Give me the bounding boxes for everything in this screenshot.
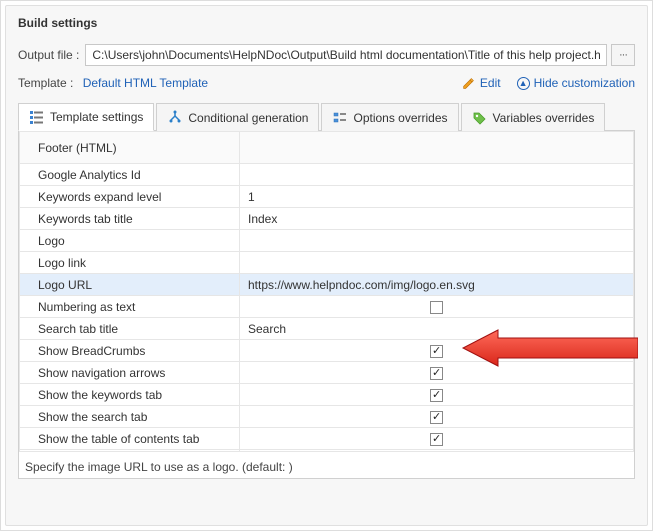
setting-value[interactable] xyxy=(240,428,634,450)
setting-name: Show the search tab xyxy=(20,406,240,428)
options-icon xyxy=(332,110,348,126)
table-row[interactable]: Numbering as text xyxy=(20,296,634,318)
edit-template-link[interactable]: Edit xyxy=(462,76,501,90)
setting-value[interactable]: Index xyxy=(240,208,634,230)
template-settings-content: Footer (HTML)Google Analytics IdKeywords… xyxy=(18,131,635,479)
setting-name: Logo URL xyxy=(20,274,240,296)
setting-value[interactable] xyxy=(240,296,634,318)
setting-name: Show the keywords tab xyxy=(20,384,240,406)
setting-name: Google Analytics Id xyxy=(20,164,240,186)
output-file-label: Output file : xyxy=(18,48,79,62)
browse-button[interactable]: ··· xyxy=(611,44,635,66)
setting-value[interactable] xyxy=(240,252,634,274)
output-file-row: Output file : ··· xyxy=(18,44,635,66)
table-row[interactable]: Search tab titleSearch xyxy=(20,318,634,340)
checkbox[interactable] xyxy=(430,433,443,446)
table-row[interactable]: Logo link xyxy=(20,252,634,274)
setting-value[interactable]: Search xyxy=(240,318,634,340)
hide-customization-link[interactable]: ▲ Hide customization xyxy=(517,76,635,90)
pencil-icon xyxy=(462,76,476,90)
setting-name: Numbering as text xyxy=(20,296,240,318)
template-label: Template : xyxy=(18,76,73,90)
setting-name: Search tab title xyxy=(20,318,240,340)
tab-options-overrides[interactable]: Options overrides xyxy=(321,103,458,131)
table-row[interactable]: Google Analytics Id xyxy=(20,164,634,186)
table-row[interactable]: Show navigation arrows xyxy=(20,362,634,384)
table-row[interactable]: Show the table of contents tab xyxy=(20,428,634,450)
setting-value[interactable] xyxy=(240,384,634,406)
table-row[interactable]: Keywords expand level1 xyxy=(20,186,634,208)
checkbox[interactable] xyxy=(430,345,443,358)
template-name-link[interactable]: Default HTML Template xyxy=(83,76,208,90)
collapse-icon: ▲ xyxy=(517,77,530,90)
template-field: Template : Default HTML Template xyxy=(18,76,208,90)
table-row[interactable]: Logo URLhttps://www.helpndoc.com/img/log… xyxy=(20,274,634,296)
table-row[interactable]: Show BreadCrumbs xyxy=(20,340,634,362)
setting-name: Keywords expand level xyxy=(20,186,240,208)
tab-label: Conditional generation xyxy=(188,111,308,125)
output-file-input[interactable] xyxy=(85,44,607,66)
checkbox[interactable] xyxy=(430,367,443,380)
tab-variables-overrides[interactable]: Variables overrides xyxy=(461,103,606,131)
grid-header[interactable]: Footer (HTML) xyxy=(20,132,240,164)
hint-text: Specify the image URL to use as a logo. … xyxy=(19,451,634,478)
tab-label: Options overrides xyxy=(353,111,447,125)
tab-template-settings[interactable]: Template settings xyxy=(18,103,154,131)
setting-name: Show BreadCrumbs xyxy=(20,340,240,362)
setting-value[interactable] xyxy=(240,164,634,186)
table-row[interactable]: Keywords tab titleIndex xyxy=(20,208,634,230)
table-row[interactable]: Show the keywords tab xyxy=(20,384,634,406)
checkbox[interactable] xyxy=(430,389,443,402)
tabs: Template settings Conditional generation… xyxy=(18,102,635,131)
tab-conditional-generation[interactable]: Conditional generation xyxy=(156,103,319,131)
setting-name: Keywords tab title xyxy=(20,208,240,230)
setting-value[interactable] xyxy=(240,340,634,362)
setting-value[interactable] xyxy=(240,362,634,384)
checkbox[interactable] xyxy=(430,301,443,314)
tab-label: Variables overrides xyxy=(493,111,595,125)
list-icon xyxy=(29,109,45,125)
setting-name: Show the table of contents tab xyxy=(20,428,240,450)
panel-title: Build settings xyxy=(18,16,635,30)
hide-label: Hide customization xyxy=(534,76,635,90)
tab-label: Template settings xyxy=(50,110,143,124)
grid-header-value xyxy=(240,132,634,164)
tag-icon xyxy=(472,110,488,126)
branch-icon xyxy=(167,110,183,126)
setting-value[interactable] xyxy=(240,406,634,428)
setting-name: Show navigation arrows xyxy=(20,362,240,384)
settings-grid: Footer (HTML)Google Analytics IdKeywords… xyxy=(19,131,634,472)
setting-value[interactable]: 1 xyxy=(240,186,634,208)
table-row[interactable]: Logo xyxy=(20,230,634,252)
checkbox[interactable] xyxy=(430,411,443,424)
build-settings-panel: Build settings Output file : ··· Templat… xyxy=(5,5,648,526)
edit-label: Edit xyxy=(480,76,501,90)
setting-name: Logo xyxy=(20,230,240,252)
setting-value[interactable] xyxy=(240,230,634,252)
setting-name: Logo link xyxy=(20,252,240,274)
setting-value[interactable]: https://www.helpndoc.com/img/logo.en.svg xyxy=(240,274,634,296)
table-row[interactable]: Show the search tab xyxy=(20,406,634,428)
